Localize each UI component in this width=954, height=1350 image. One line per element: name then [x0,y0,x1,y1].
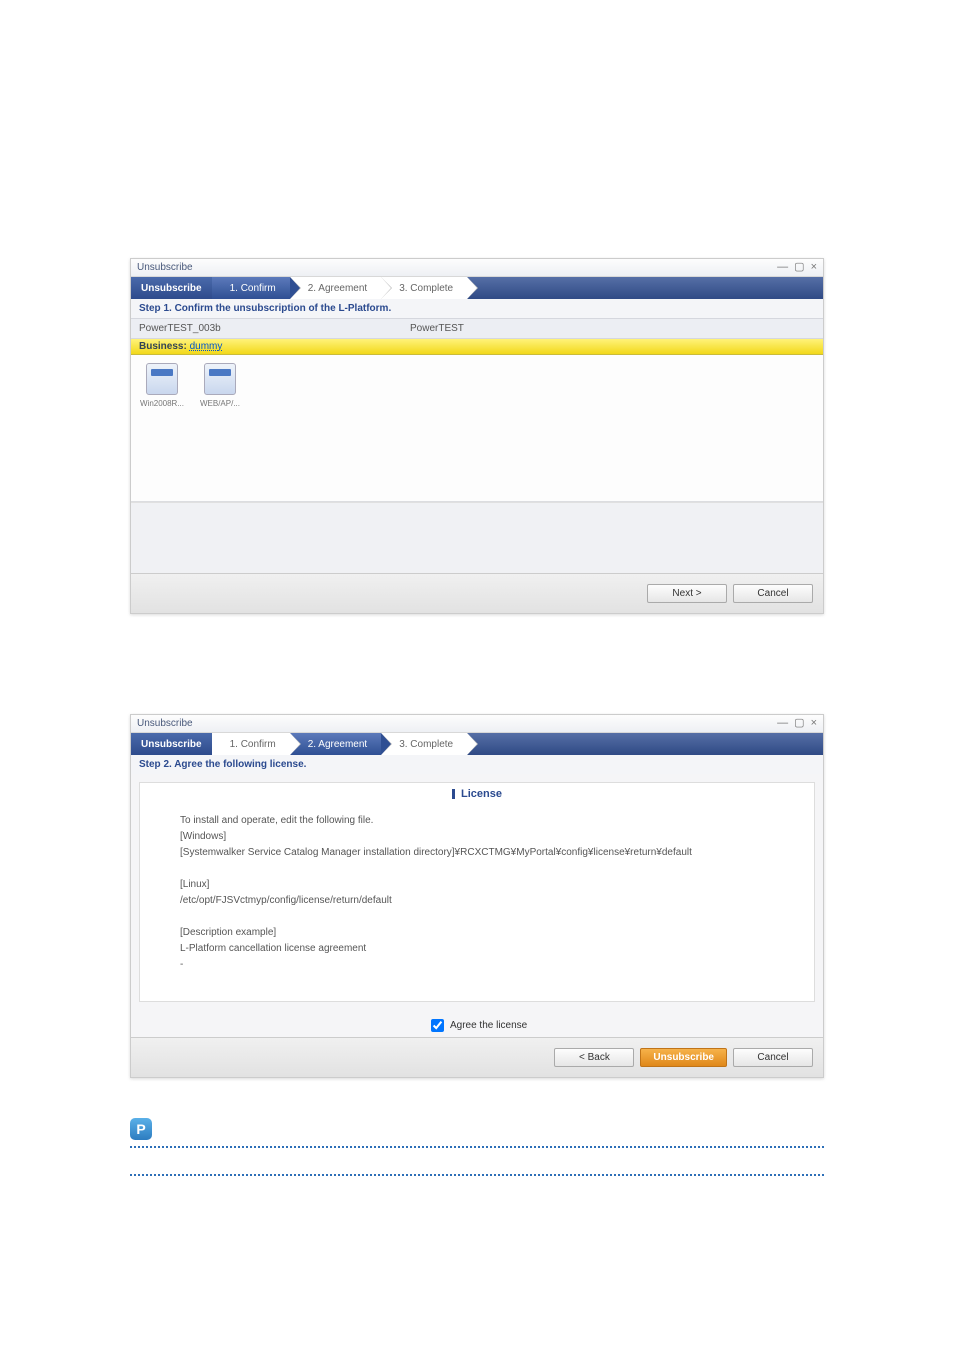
window-footer: Next > Cancel [131,573,823,613]
window-title: Unsubscribe [137,718,193,729]
cancel-button[interactable]: Cancel [733,584,813,603]
license-heading: License [140,783,814,805]
unsubscribe-button[interactable]: Unsubscribe [640,1048,727,1067]
license-line: [Systemwalker Service Catalog Manager in… [180,845,774,861]
dotted-divider [130,1146,824,1148]
step-confirm[interactable]: 1. Confirm [212,277,290,299]
wizard-title: Unsubscribe [131,733,212,755]
license-line: [Linux] [180,877,774,893]
close-icon[interactable]: × [811,718,817,729]
window-title: Unsubscribe [137,262,193,273]
step-instruction: Step 1. Confirm the unsubscription of th… [131,299,823,318]
lplatform-id: PowerTEST_003b [131,319,402,338]
license-text: To install and operate, edit the followi… [140,805,814,1001]
next-button[interactable]: Next > [647,584,727,603]
point-icon: P [130,1118,152,1140]
step-agreement[interactable]: 2. Agreement [290,733,381,755]
close-icon[interactable]: × [811,262,817,273]
wizard-title: Unsubscribe [131,277,212,299]
dotted-divider [130,1174,824,1176]
step-confirm[interactable]: 1. Confirm [212,733,290,755]
minimize-icon[interactable]: — [777,262,788,273]
license-line: [Windows] [180,829,774,845]
agree-row: Agree the license [131,1010,823,1037]
back-button[interactable]: < Back [554,1048,634,1067]
server-item[interactable]: Win2008R... [139,363,185,493]
server-label: WEB/AP/... [197,399,243,408]
server-icon [146,363,178,395]
license-line: L-Platform cancellation license agreemen… [180,941,774,957]
lplatform-name: PowerTEST [402,319,472,338]
step-complete[interactable]: 3. Complete [381,277,467,299]
business-bar: Business: dummy [131,339,823,355]
window-titlebar: Unsubscribe — ▢ × [131,715,823,733]
restore-icon[interactable]: ▢ [794,262,804,273]
server-icon [204,363,236,395]
license-line: To install and operate, edit the followi… [180,813,774,829]
server-item[interactable]: WEB/AP/... [197,363,243,493]
window-footer: < Back Unsubscribe Cancel [131,1037,823,1077]
window-confirm: Unsubscribe — ▢ × Unsubscribe 1. Confirm… [130,258,824,614]
business-value[interactable]: dummy [190,341,223,352]
step-instruction: Step 2. Agree the following license. [131,755,823,774]
agree-checkbox[interactable] [431,1019,444,1032]
detail-panel [131,502,823,573]
window-controls: — ▢ × [777,262,817,273]
business-label: Business: [139,341,187,352]
cancel-button[interactable]: Cancel [733,1048,813,1067]
lplatform-info-row: PowerTEST_003b PowerTEST [131,318,823,339]
window-controls: — ▢ × [777,718,817,729]
window-titlebar: Unsubscribe — ▢ × [131,259,823,277]
wizard-steps: Unsubscribe 1. Confirm 2. Agreement 3. C… [131,733,823,755]
license-line: [Description example] [180,925,774,941]
license-line: - [180,957,774,973]
agree-label: Agree the license [450,1020,527,1031]
wizard-steps: Unsubscribe 1. Confirm 2. Agreement 3. C… [131,277,823,299]
window-agreement: Unsubscribe — ▢ × Unsubscribe 1. Confirm… [130,714,824,1078]
step-complete[interactable]: 3. Complete [381,733,467,755]
note-area: P [130,1118,824,1176]
server-label: Win2008R... [139,399,185,408]
license-line: /etc/opt/FJSVctmyp/config/license/return… [180,893,774,909]
topology-canvas: Win2008R... WEB/AP/... [131,355,823,502]
license-panel: License To install and operate, edit the… [139,782,815,1002]
step-agreement[interactable]: 2. Agreement [290,277,381,299]
minimize-icon[interactable]: — [777,718,788,729]
restore-icon[interactable]: ▢ [794,718,804,729]
